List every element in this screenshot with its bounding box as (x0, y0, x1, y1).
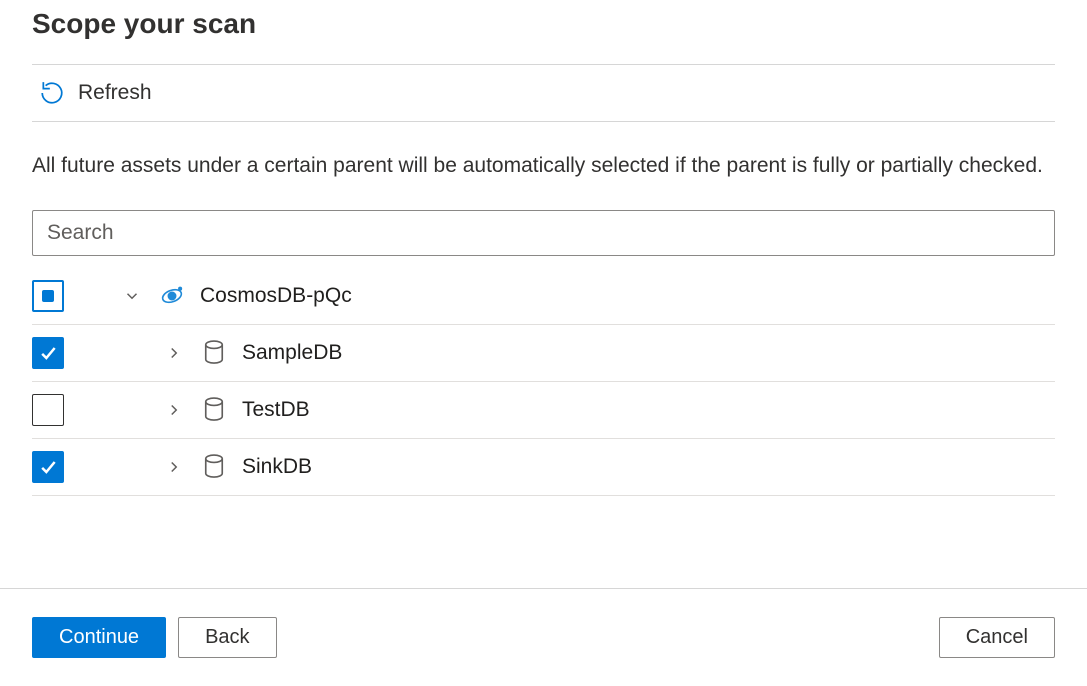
refresh-button[interactable]: Refresh (32, 65, 1055, 122)
footer: Continue Back Cancel (0, 588, 1087, 686)
continue-button[interactable]: Continue (32, 617, 166, 658)
node-label: SinkDB (242, 455, 312, 479)
checkbox-checked[interactable] (32, 337, 64, 369)
cancel-button[interactable]: Cancel (939, 617, 1055, 658)
node-label: TestDB (242, 398, 310, 422)
checkbox-checked[interactable] (32, 451, 64, 483)
database-icon (200, 396, 228, 424)
refresh-label: Refresh (78, 81, 152, 105)
database-icon (200, 339, 228, 367)
tree-row[interactable]: SinkDB (32, 439, 1055, 496)
checkbox-unchecked[interactable] (32, 394, 64, 426)
back-button[interactable]: Back (178, 617, 276, 658)
tree-row-root[interactable]: CosmosDB-pQc (32, 268, 1055, 325)
page-title: Scope your scan (32, 0, 1055, 65)
chevron-right-icon[interactable] (162, 398, 186, 422)
node-label: SampleDB (242, 341, 342, 365)
chevron-down-icon[interactable] (120, 284, 144, 308)
chevron-right-icon[interactable] (162, 455, 186, 479)
checkbox-indeterminate[interactable] (32, 280, 64, 312)
search-input[interactable] (32, 210, 1055, 256)
tree-row[interactable]: TestDB (32, 382, 1055, 439)
tree-row[interactable]: SampleDB (32, 325, 1055, 382)
chevron-right-icon[interactable] (162, 341, 186, 365)
refresh-icon (38, 79, 66, 107)
database-icon (200, 453, 228, 481)
cosmosdb-icon (158, 282, 186, 310)
help-text: All future assets under a certain parent… (32, 122, 1055, 210)
tree: CosmosDB-pQc SampleDB (32, 268, 1055, 496)
node-label: CosmosDB-pQc (200, 284, 352, 308)
